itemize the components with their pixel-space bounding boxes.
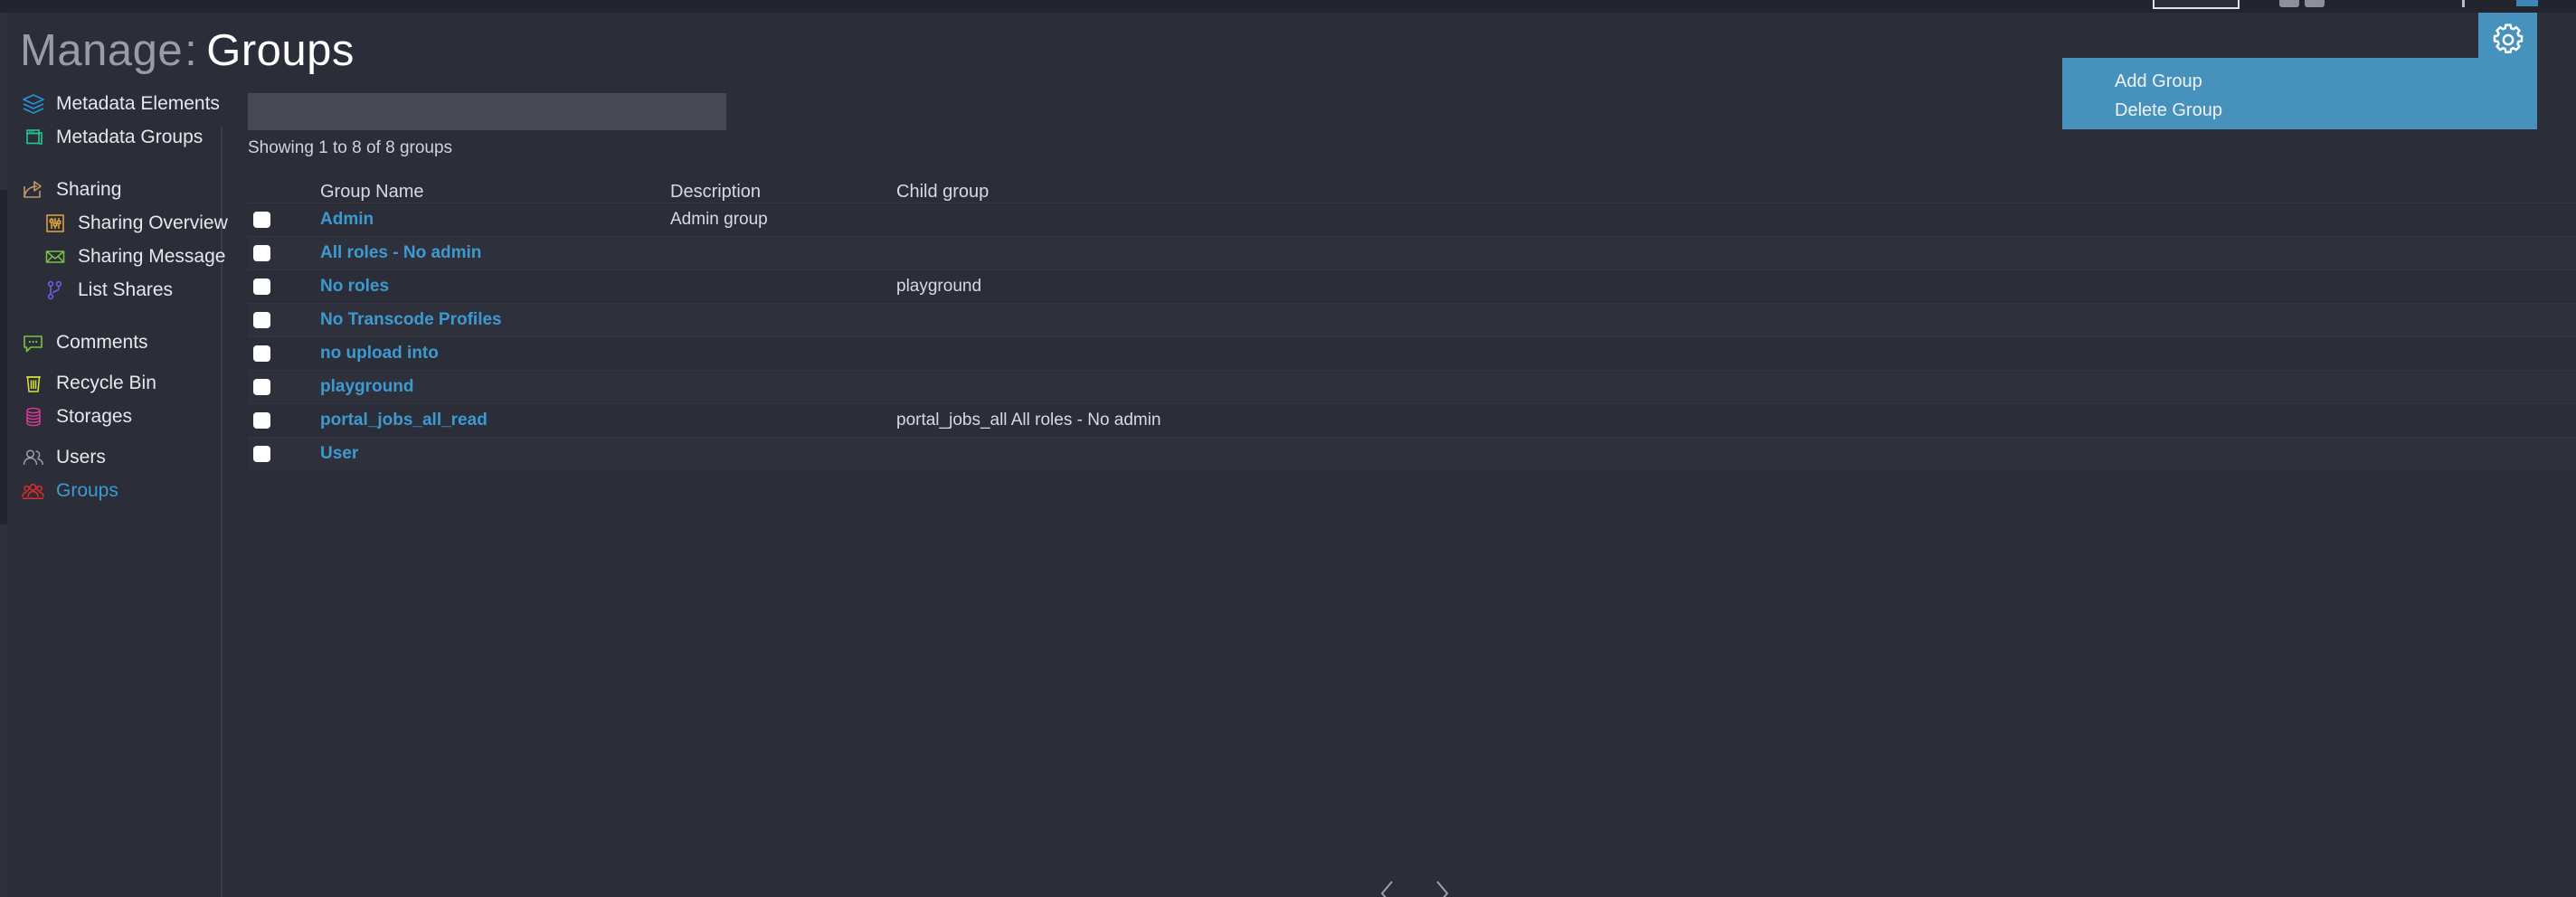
sidebar-item-sharing[interactable]: Sharing [0, 173, 222, 206]
row-checkbox[interactable] [253, 279, 270, 295]
sidebar-item-label: Users [56, 446, 106, 467]
group-name-link[interactable]: User [320, 444, 670, 464]
sidebar-item-sharing-message[interactable]: Sharing Message [0, 240, 226, 273]
page-title-current: Groups [206, 26, 355, 75]
group-description: Admin group [670, 210, 768, 229]
sidebar-item-label: Groups [56, 479, 118, 501]
comment-icon [20, 331, 47, 354]
gear-icon [2490, 22, 2526, 62]
manage-groups-page: Manage: Groups Metadata Elements Metadata… [0, 0, 2576, 897]
sidebar-item-metadata-elements[interactable]: Metadata Elements [0, 87, 222, 120]
sidebar-item-metadata-groups[interactable]: Metadata Groups [0, 120, 222, 154]
showing-count: Showing 1 to 8 of 8 groups [248, 138, 453, 157]
sidebar-item-label: Recycle Bin [56, 372, 156, 393]
group-name-link[interactable]: All roles - No admin [320, 243, 670, 263]
layers-icon [20, 92, 47, 116]
row-select-cell [248, 245, 320, 261]
breadcrumb: Manage [20, 26, 184, 75]
sidebar-item-label: Metadata Elements [56, 92, 220, 114]
row-checkbox[interactable] [253, 446, 270, 462]
table-row[interactable]: Admin Admin group [248, 203, 2576, 236]
breadcrumb-separator: : [185, 26, 198, 75]
git-branch-icon [42, 279, 69, 302]
row-checkbox[interactable] [253, 245, 270, 261]
search-input[interactable] [248, 93, 726, 130]
database-icon [20, 405, 47, 429]
page-title: Manage: Groups [20, 25, 355, 76]
group-child-group: playground [896, 277, 982, 296]
sidebar: Metadata Elements Metadata Groups Sharin… [0, 87, 228, 897]
table-row[interactable]: All roles - No admin [248, 236, 2576, 269]
envelope-icon [42, 245, 69, 269]
table-header-row: Group Name Description Child group [248, 168, 2576, 203]
top-strip-glyph-3 [2462, 0, 2465, 7]
row-select-cell [248, 446, 320, 462]
delete-group-menu-item[interactable]: Delete Group [2062, 96, 2537, 125]
top-strip-glyph-1 [2279, 0, 2299, 7]
sidebar-item-groups[interactable]: Groups [0, 474, 222, 507]
top-strip-glyph-4 [2516, 0, 2538, 6]
sidebar-item-comments[interactable]: Comments [0, 326, 222, 359]
group-child-group: portal_jobs_all All roles - No admin [896, 411, 1161, 430]
browser-top-strip [0, 0, 2576, 13]
windows-icon [20, 126, 47, 149]
row-checkbox[interactable] [253, 212, 270, 228]
row-checkbox[interactable] [253, 312, 270, 328]
table-row[interactable]: playground [248, 370, 2576, 403]
table-header-group-name: Group Name [320, 182, 424, 202]
group-name-link[interactable]: playground [320, 377, 670, 397]
top-strip-glyph-2 [2305, 0, 2325, 7]
row-select-cell [248, 379, 320, 395]
table-row[interactable]: portal_jobs_all_read portal_jobs_all All … [248, 403, 2576, 437]
sidebar-item-label: Metadata Groups [56, 126, 204, 147]
row-checkbox[interactable] [253, 345, 270, 362]
row-select-cell [248, 279, 320, 295]
group-name-link[interactable]: portal_jobs_all_read [320, 411, 670, 430]
pagination [1279, 878, 1550, 897]
actions-dropdown-menu: Add Group Delete Group [2062, 58, 2537, 129]
sidebar-item-storages[interactable]: Storages [0, 400, 222, 433]
row-select-cell [248, 412, 320, 429]
user-group-icon [20, 479, 47, 503]
trash-icon [20, 372, 47, 395]
row-checkbox[interactable] [253, 379, 270, 395]
chevron-left-icon[interactable] [1376, 878, 1399, 897]
row-select-cell [248, 212, 320, 228]
group-name-link[interactable]: No Transcode Profiles [320, 310, 670, 330]
table-row[interactable]: No roles playground [248, 269, 2576, 303]
sidebar-item-label: Sharing [56, 178, 122, 200]
row-select-cell [248, 312, 320, 328]
table-row[interactable]: No Transcode Profiles [248, 303, 2576, 336]
add-group-menu-item[interactable]: Add Group [2062, 67, 2537, 96]
share-icon [20, 178, 47, 202]
users-icon [20, 446, 47, 469]
sidebar-item-recycle-bin[interactable]: Recycle Bin [0, 366, 222, 400]
sidebar-item-label: Sharing Overview [78, 212, 228, 233]
sidebar-item-list-shares[interactable]: List Shares [0, 273, 222, 307]
table-row[interactable]: no upload into [248, 336, 2576, 370]
table-header-child-group: Child group [896, 182, 990, 202]
row-checkbox[interactable] [253, 412, 270, 429]
top-strip-field [2153, 0, 2240, 9]
chevron-right-icon[interactable] [1430, 878, 1454, 897]
sliders-icon [42, 212, 69, 235]
table-row[interactable]: User [248, 437, 2576, 470]
sidebar-item-label: List Shares [78, 279, 174, 300]
sidebar-item-label: Storages [56, 405, 133, 427]
group-name-link[interactable]: No roles [320, 277, 670, 297]
groups-table: Group Name Description Child group Admin… [248, 168, 2576, 470]
sidebar-item-users[interactable]: Users [0, 440, 222, 474]
group-name-link[interactable]: no upload into [320, 344, 670, 364]
sidebar-item-sharing-overview[interactable]: Sharing Overview [0, 206, 228, 240]
table-body: Admin Admin group All roles - No admin No r… [248, 203, 2576, 470]
sidebar-item-label: Sharing Message [78, 245, 226, 267]
sidebar-item-label: Comments [56, 331, 148, 353]
row-select-cell [248, 345, 320, 362]
table-header-description: Description [670, 182, 762, 202]
group-name-link[interactable]: Admin [320, 210, 670, 230]
